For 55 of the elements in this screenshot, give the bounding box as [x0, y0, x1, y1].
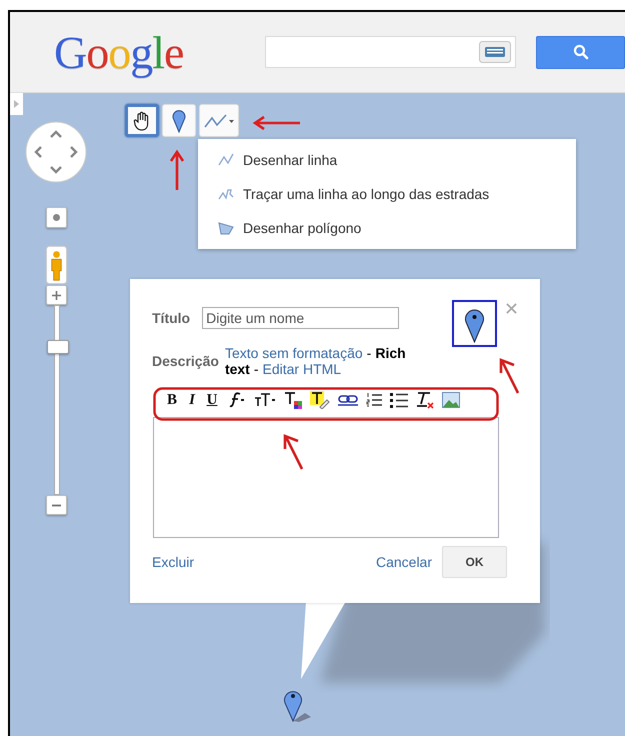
menu-item[interactable]: Desenhar polígono	[218, 217, 576, 239]
zoom-out-button[interactable]	[46, 495, 67, 515]
numbered-list-icon[interactable]	[366, 392, 382, 408]
line-icon	[204, 112, 234, 128]
hand-icon	[133, 110, 151, 130]
plus-icon	[52, 290, 61, 300]
hand-tool-button[interactable]	[125, 104, 159, 137]
search-icon	[572, 44, 589, 60]
title-label: Título	[152, 310, 190, 326]
highlighter-icon[interactable]	[310, 391, 330, 409]
text-color-icon[interactable]	[284, 391, 302, 409]
italic-button[interactable]: I	[186, 392, 198, 408]
polygon-icon	[218, 221, 234, 235]
description-field[interactable]	[153, 417, 499, 538]
format-link[interactable]: Editar HTML	[262, 361, 342, 377]
minus-icon	[52, 504, 61, 506]
menu-item[interactable]: Traçar uma linha ao longo das estradas	[218, 183, 576, 205]
menu-item[interactable]: Desenhar linha	[218, 149, 576, 171]
slider-thumb[interactable]	[46, 340, 68, 354]
image-icon[interactable]	[442, 392, 460, 408]
search-field[interactable]	[265, 36, 516, 68]
annotation-arrow	[282, 433, 306, 471]
marker-icon	[172, 108, 186, 132]
format-link[interactable]: Texto sem formatação	[224, 345, 363, 361]
pan-control[interactable]	[25, 121, 87, 183]
location-button[interactable]	[46, 207, 67, 228]
panel-toggle[interactable]	[10, 93, 23, 115]
route-line-icon	[218, 187, 234, 201]
annotation-arrow	[498, 357, 522, 395]
cancel-link[interactable]: Cancelar	[376, 554, 432, 570]
bold-button[interactable]: B	[166, 392, 178, 408]
zoom-in-button[interactable]	[46, 285, 67, 305]
format-options: Texto sem formatação - Rich text - Editar HTML	[224, 345, 440, 377]
delete-link[interactable]: Excluir	[152, 554, 194, 570]
description-label: Descrição	[152, 353, 219, 369]
text-size-icon[interactable]	[254, 392, 276, 408]
person-icon[interactable]	[46, 245, 67, 285]
annotation-arrow	[169, 149, 185, 191]
google-logo[interactable]: Google	[54, 26, 242, 78]
annotation-arrow	[252, 115, 302, 131]
bulleted-list-icon[interactable]	[390, 392, 408, 408]
triangle-icon	[14, 100, 19, 108]
zoom-slider[interactable]	[46, 285, 67, 515]
underline-button[interactable]: U	[206, 392, 218, 408]
line-icon	[218, 153, 234, 167]
keyboard-icon[interactable]	[479, 41, 512, 63]
marker-style-icon[interactable]	[452, 300, 497, 347]
close-icon[interactable]	[506, 303, 517, 314]
clear-format-icon[interactable]	[416, 391, 434, 409]
line-tool-button[interactable]	[199, 104, 239, 137]
marker-tool-button[interactable]	[162, 104, 196, 137]
title-field[interactable]: Digite um nome	[202, 307, 400, 329]
ok-button[interactable]: OK	[442, 546, 507, 578]
search-button[interactable]	[536, 36, 625, 68]
link-icon[interactable]	[338, 393, 358, 407]
